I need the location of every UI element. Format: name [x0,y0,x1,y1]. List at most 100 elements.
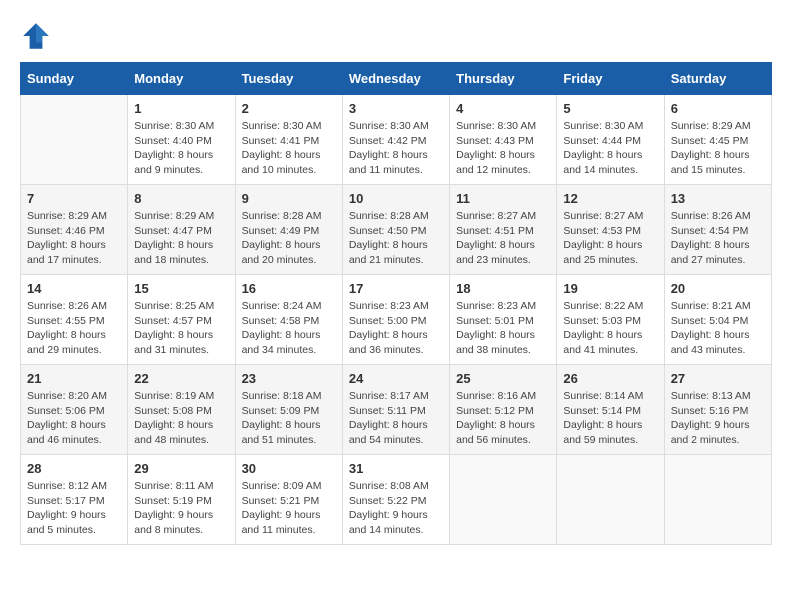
calendar-cell: 10Sunrise: 8:28 AMSunset: 4:50 PMDayligh… [342,185,449,275]
week-row-5: 28 Sunrise: 8:12 AMSunset: 5:17 PMDayligh… [21,455,772,545]
day-number: 8 [134,191,228,206]
calendar-cell: 18 Sunrise: 8:23 AMSunset: 5:01 PMDayligh… [450,275,557,365]
calendar-cell: 5Sunrise: 8:30 AMSunset: 4:44 PMDaylight… [557,95,664,185]
page-header [20,20,772,52]
day-info: Sunrise: 8:23 AMSunset: 5:01 PMDaylight:… [456,299,550,358]
calendar-table: SundayMondayTuesdayWednesdayThursdayFrid… [20,62,772,545]
calendar-header: SundayMondayTuesdayWednesdayThursdayFrid… [21,63,772,95]
day-number: 10 [349,191,443,206]
day-number: 18 [456,281,550,296]
calendar-cell: 6 Sunrise: 8:29 AMSunset: 4:45 PMDaylight… [664,95,771,185]
day-info: Sunrise: 8:25 AMSunset: 4:57 PMDaylight:… [134,299,228,358]
day-number: 19 [563,281,657,296]
day-info: Sunrise: 8:29 AMSunset: 4:46 PMDaylight:… [27,209,121,268]
calendar-cell [557,455,664,545]
day-info: Sunrise: 8:17 AMSunset: 5:11 PMDaylight:… [349,389,443,448]
day-info: Sunrise: 8:30 AMSunset: 4:42 PMDaylight:… [349,119,443,178]
day-info: Sunrise: 8:24 AMSunset: 4:58 PMDaylight:… [242,299,336,358]
header-cell-sunday: Sunday [21,63,128,95]
day-info: Sunrise: 8:22 AMSunset: 5:03 PMDaylight:… [563,299,657,358]
calendar-cell [21,95,128,185]
day-info: Sunrise: 8:21 AMSunset: 5:04 PMDaylight:… [671,299,765,358]
week-row-2: 7 Sunrise: 8:29 AMSunset: 4:46 PMDaylight… [21,185,772,275]
calendar-cell: 3 Sunrise: 8:30 AMSunset: 4:42 PMDaylight… [342,95,449,185]
day-number: 20 [671,281,765,296]
calendar-cell: 29 Sunrise: 8:11 AMSunset: 5:19 PMDayligh… [128,455,235,545]
day-number: 29 [134,461,228,476]
day-number: 9 [242,191,336,206]
day-number: 11 [456,191,550,206]
calendar-cell: 9 Sunrise: 8:28 AMSunset: 4:49 PMDaylight… [235,185,342,275]
day-number: 25 [456,371,550,386]
day-number: 17 [349,281,443,296]
calendar-body: 1 Sunrise: 8:30 AMSunset: 4:40 PMDaylight… [21,95,772,545]
week-row-1: 1 Sunrise: 8:30 AMSunset: 4:40 PMDaylight… [21,95,772,185]
calendar-cell: 2 Sunrise: 8:30 AMSunset: 4:41 PMDaylight… [235,95,342,185]
day-info: Sunrise: 8:27 AMSunset: 4:53 PMDaylight:… [563,209,657,268]
day-number: 2 [242,101,336,116]
calendar-cell: 27 Sunrise: 8:13 AMSunset: 5:16 PMDayligh… [664,365,771,455]
header-cell-tuesday: Tuesday [235,63,342,95]
header-cell-friday: Friday [557,63,664,95]
calendar-cell: 31Sunrise: 8:08 AMSunset: 5:22 PMDayligh… [342,455,449,545]
header-row: SundayMondayTuesdayWednesdayThursdayFrid… [21,63,772,95]
day-number: 12 [563,191,657,206]
calendar-cell [450,455,557,545]
day-number: 24 [349,371,443,386]
day-info: Sunrise: 8:11 AMSunset: 5:19 PMDaylight:… [134,479,228,538]
calendar-cell: 22 Sunrise: 8:19 AMSunset: 5:08 PMDayligh… [128,365,235,455]
day-info: Sunrise: 8:30 AMSunset: 4:41 PMDaylight:… [242,119,336,178]
calendar-cell: 24 Sunrise: 8:17 AMSunset: 5:11 PMDayligh… [342,365,449,455]
logo-icon [20,20,52,52]
day-info: Sunrise: 8:30 AMSunset: 4:43 PMDaylight:… [456,119,550,178]
day-info: Sunrise: 8:18 AMSunset: 5:09 PMDaylight:… [242,389,336,448]
day-info: Sunrise: 8:30 AMSunset: 4:40 PMDaylight:… [134,119,228,178]
day-number: 27 [671,371,765,386]
day-number: 13 [671,191,765,206]
calendar-cell: 17 Sunrise: 8:23 AMSunset: 5:00 PMDayligh… [342,275,449,365]
week-row-4: 21 Sunrise: 8:20 AMSunset: 5:06 PMDayligh… [21,365,772,455]
calendar-cell: 13 Sunrise: 8:26 AMSunset: 4:54 PMDayligh… [664,185,771,275]
calendar-cell: 15 Sunrise: 8:25 AMSunset: 4:57 PMDayligh… [128,275,235,365]
day-info: Sunrise: 8:20 AMSunset: 5:06 PMDaylight:… [27,389,121,448]
day-info: Sunrise: 8:26 AMSunset: 4:54 PMDaylight:… [671,209,765,268]
day-number: 14 [27,281,121,296]
calendar-cell: 7 Sunrise: 8:29 AMSunset: 4:46 PMDaylight… [21,185,128,275]
calendar-cell: 30Sunrise: 8:09 AMSunset: 5:21 PMDayligh… [235,455,342,545]
day-number: 31 [349,461,443,476]
day-info: Sunrise: 8:27 AMSunset: 4:51 PMDaylight:… [456,209,550,268]
calendar-cell: 1 Sunrise: 8:30 AMSunset: 4:40 PMDaylight… [128,95,235,185]
day-info: Sunrise: 8:19 AMSunset: 5:08 PMDaylight:… [134,389,228,448]
day-number: 7 [27,191,121,206]
day-info: Sunrise: 8:29 AMSunset: 4:47 PMDaylight:… [134,209,228,268]
header-cell-saturday: Saturday [664,63,771,95]
day-info: Sunrise: 8:29 AMSunset: 4:45 PMDaylight:… [671,119,765,178]
day-info: Sunrise: 8:30 AMSunset: 4:44 PMDaylight:… [563,119,657,178]
day-info: Sunrise: 8:14 AMSunset: 5:14 PMDaylight:… [563,389,657,448]
header-cell-monday: Monday [128,63,235,95]
calendar-cell: 16Sunrise: 8:24 AMSunset: 4:58 PMDayligh… [235,275,342,365]
day-info: Sunrise: 8:13 AMSunset: 5:16 PMDaylight:… [671,389,765,448]
logo [20,20,56,52]
day-number: 22 [134,371,228,386]
day-number: 28 [27,461,121,476]
calendar-cell: 11 Sunrise: 8:27 AMSunset: 4:51 PMDayligh… [450,185,557,275]
week-row-3: 14 Sunrise: 8:26 AMSunset: 4:55 PMDayligh… [21,275,772,365]
day-number: 1 [134,101,228,116]
day-number: 15 [134,281,228,296]
day-info: Sunrise: 8:12 AMSunset: 5:17 PMDaylight:… [27,479,121,538]
calendar-cell: 26 Sunrise: 8:14 AMSunset: 5:14 PMDayligh… [557,365,664,455]
day-number: 6 [671,101,765,116]
calendar-cell: 14 Sunrise: 8:26 AMSunset: 4:55 PMDayligh… [21,275,128,365]
calendar-cell: 21 Sunrise: 8:20 AMSunset: 5:06 PMDayligh… [21,365,128,455]
day-number: 26 [563,371,657,386]
calendar-cell: 20 Sunrise: 8:21 AMSunset: 5:04 PMDayligh… [664,275,771,365]
day-number: 23 [242,371,336,386]
day-info: Sunrise: 8:28 AMSunset: 4:49 PMDaylight:… [242,209,336,268]
day-info: Sunrise: 8:26 AMSunset: 4:55 PMDaylight:… [27,299,121,358]
calendar-cell: 23 Sunrise: 8:18 AMSunset: 5:09 PMDayligh… [235,365,342,455]
day-info: Sunrise: 8:23 AMSunset: 5:00 PMDaylight:… [349,299,443,358]
day-number: 3 [349,101,443,116]
day-number: 21 [27,371,121,386]
day-number: 30 [242,461,336,476]
